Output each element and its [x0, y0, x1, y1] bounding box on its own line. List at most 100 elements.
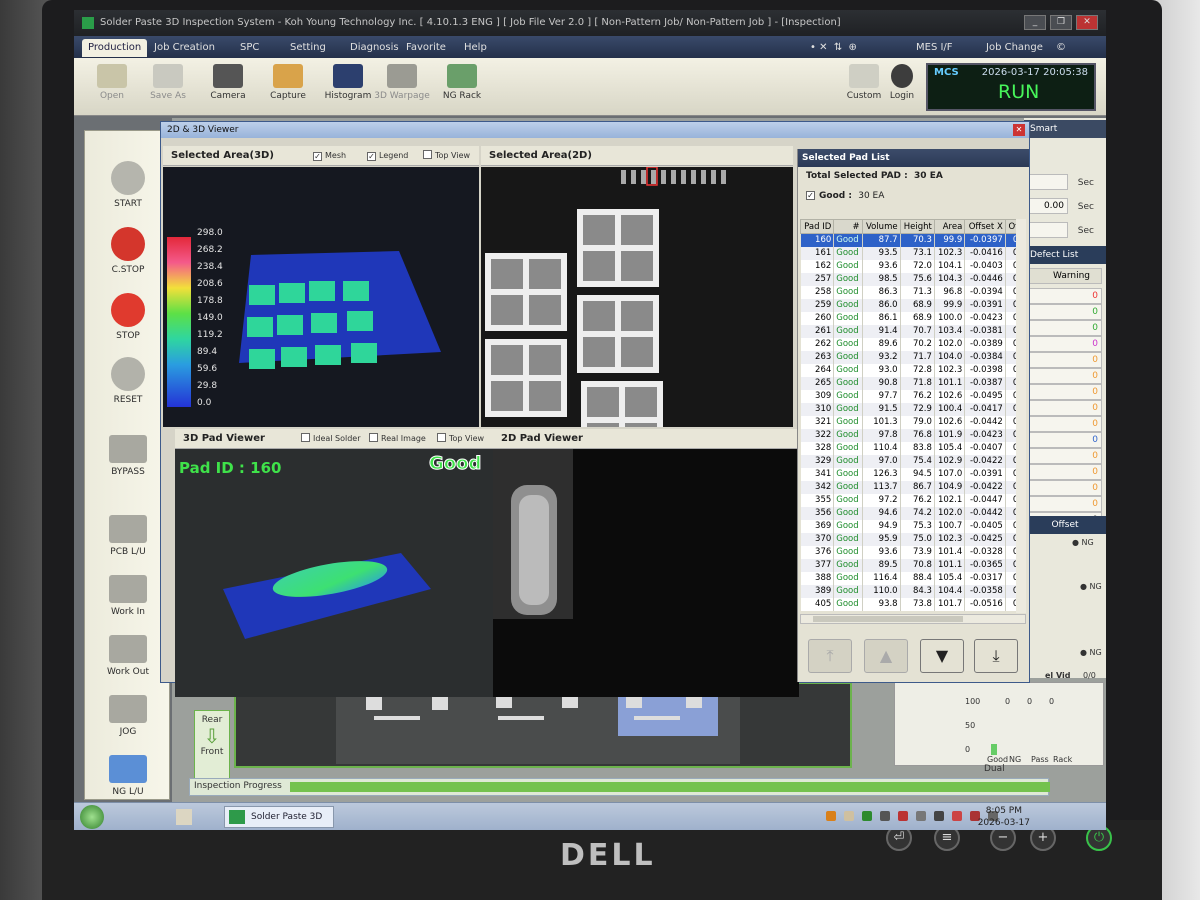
- jog-button[interactable]: JOG: [85, 695, 171, 737]
- pad-2d-view[interactable]: [493, 449, 799, 697]
- login-button[interactable]: Login: [874, 62, 930, 112]
- pad-row[interactable]: 341Good126.394.5107.0-0.03910.: [800, 467, 1025, 481]
- pad-row[interactable]: 257Good98.575.6104.3-0.04460.: [800, 272, 1025, 286]
- close-button[interactable]: ✕: [1076, 15, 1098, 30]
- stop-button[interactable]: STOP: [85, 293, 171, 341]
- selected-area-2d-view[interactable]: [481, 167, 793, 427]
- screen: Solder Paste 3D Inspection System - Koh …: [74, 10, 1106, 830]
- pad-row[interactable]: 328Good110.483.8105.4-0.04070.: [800, 441, 1025, 455]
- pad-row[interactable]: 388Good116.488.4105.4-0.03170.: [800, 571, 1025, 585]
- menu-setting[interactable]: Setting: [290, 39, 326, 57]
- pad-row[interactable]: 162Good93.672.0104.1-0.04030.: [800, 259, 1025, 273]
- warning-count-cell: 0: [1028, 304, 1102, 320]
- pad-row[interactable]: 261Good91.470.7103.4-0.03810.: [800, 324, 1025, 338]
- pad-row[interactable]: 356Good94.674.2102.0-0.04420.: [800, 506, 1025, 520]
- reset-button[interactable]: RESET: [85, 357, 171, 405]
- pad-row[interactable]: 161Good93.573.1102.3-0.04160.: [800, 246, 1025, 260]
- pad-row[interactable]: 329Good97.075.4102.9-0.04220.: [800, 454, 1025, 468]
- restore-button[interactable]: ❐: [1050, 15, 1072, 30]
- prev-page-button[interactable]: ▲: [864, 639, 908, 673]
- pad-row[interactable]: 310Good91.572.9100.4-0.04170.: [800, 402, 1025, 416]
- pad-row[interactable]: 389Good110.084.3104.4-0.03580.: [800, 584, 1025, 598]
- pad-row[interactable]: 258Good86.371.396.8-0.03940.: [800, 285, 1025, 299]
- mesh-checkbox[interactable]: ✓ Mesh: [313, 150, 346, 162]
- pad-cell: -0.0391: [964, 298, 1006, 312]
- last-page-button[interactable]: ⤓: [974, 639, 1018, 673]
- pad-row[interactable]: 263Good93.271.7104.0-0.03840.: [800, 350, 1025, 364]
- pad-row[interactable]: 264Good93.072.8102.3-0.03980.: [800, 363, 1025, 377]
- start-orb-icon[interactable]: [80, 805, 104, 829]
- pad-col-header[interactable]: Pad ID: [799, 219, 835, 234]
- start-button[interactable]: START: [85, 161, 171, 209]
- pad-table-hscrollbar[interactable]: [800, 614, 1026, 624]
- good-filter-checkbox[interactable]: ✓: [806, 191, 815, 200]
- pad-col-header[interactable]: Height: [899, 219, 935, 234]
- pad-row[interactable]: 370Good95.975.0102.3-0.04250.: [800, 532, 1025, 546]
- pad-row[interactable]: 309Good97.776.2102.6-0.04950.: [800, 389, 1025, 403]
- ideal-solder-checkbox[interactable]: Ideal Solder: [301, 433, 361, 445]
- c-stop-button[interactable]: C.STOP: [85, 227, 171, 275]
- menu-mes-if[interactable]: MES I/F: [916, 39, 953, 57]
- pad-row[interactable]: 355Good97.276.2102.1-0.04470.: [800, 493, 1025, 507]
- pad-row[interactable]: 322Good97.876.8101.9-0.04230.: [800, 428, 1025, 442]
- pad-row[interactable]: 259Good86.068.999.9-0.03910.: [800, 298, 1025, 312]
- solder-pad-2d: [583, 251, 615, 281]
- pad-cell: 356: [800, 506, 835, 520]
- pad-col-header[interactable]: #: [833, 219, 863, 234]
- pad-row[interactable]: 262Good89.670.2102.0-0.03890.: [800, 337, 1025, 351]
- viewer-close-button[interactable]: ✕: [1013, 124, 1025, 136]
- capture-button[interactable]: Capture: [260, 62, 316, 112]
- work-out-button[interactable]: Work Out: [85, 635, 171, 677]
- pad-row[interactable]: 405Good93.873.8101.7-0.05160.: [800, 597, 1025, 611]
- ng-lu-button[interactable]: NG L/U: [85, 755, 171, 797]
- open-button[interactable]: Open: [84, 62, 140, 112]
- menu-favorite[interactable]: Favorite: [406, 39, 446, 57]
- pad-col-header[interactable]: Offset X: [964, 219, 1006, 234]
- sec-field-3[interactable]: [1028, 222, 1068, 238]
- save-as-button[interactable]: Save As: [140, 62, 196, 112]
- calculator-icon[interactable]: [176, 809, 192, 825]
- menu-help[interactable]: Help: [464, 39, 487, 57]
- legend-checkbox[interactable]: ✓ Legend: [367, 150, 408, 162]
- pad-cell: 75.4: [900, 454, 935, 468]
- first-page-button[interactable]: ⤒: [808, 639, 852, 673]
- pad-3d-view[interactable]: Pad ID : 160 Good: [175, 449, 493, 697]
- taskbar-clock[interactable]: 8:05 PM 2026-03-17: [978, 805, 1030, 829]
- menu-diagnosis[interactable]: Diagnosis: [350, 39, 399, 57]
- next-page-button[interactable]: ▼: [920, 639, 964, 673]
- pcb-lu-button[interactable]: PCB L/U: [85, 515, 171, 557]
- menu-production[interactable]: Production: [82, 39, 148, 57]
- smart-tab[interactable]: Smart: [1024, 120, 1106, 138]
- menu-job-creation[interactable]: Job Creation: [154, 39, 215, 57]
- pad-strip-mark: [621, 170, 626, 184]
- pad-cell: 355: [800, 493, 835, 507]
- pad-row[interactable]: 376Good93.673.9101.4-0.03280.: [800, 545, 1025, 559]
- pad-row[interactable]: 342Good113.786.7104.9-0.04220.: [800, 480, 1025, 494]
- selected-area-3d-view[interactable]: 298.0 268.2 238.4 208.6 178.8 149.0 119.2 89.4 5…: [163, 167, 479, 427]
- top-view-checkbox[interactable]: Top View: [423, 150, 470, 162]
- histogram-button[interactable]: Histogram: [320, 62, 376, 112]
- pad-row[interactable]: 265Good90.871.8101.1-0.03870.: [800, 376, 1025, 390]
- pad-col-header[interactable]: Area: [933, 219, 966, 234]
- ng-rack-button[interactable]: NG Rack: [434, 62, 490, 112]
- 3d-warpage-button[interactable]: 3D Warpage: [374, 62, 430, 112]
- taskbar-app-item[interactable]: Solder Paste 3D In...: [224, 806, 334, 828]
- work-in-button[interactable]: Work In: [85, 575, 171, 617]
- pad-row[interactable]: 377Good89.570.8101.1-0.03650.: [800, 558, 1025, 572]
- pad-row[interactable]: 321Good101.379.0102.6-0.04420.: [800, 415, 1025, 429]
- sec-field-2[interactable]: 0.00: [1028, 198, 1068, 214]
- camera-button[interactable]: Camera: [200, 62, 256, 112]
- bypass-button[interactable]: BYPASS: [85, 435, 171, 477]
- minimize-button[interactable]: _: [1024, 15, 1046, 30]
- pad-row[interactable]: 160Good87.770.399.9-0.03970.: [800, 233, 1025, 247]
- real-image-checkbox[interactable]: Real Image: [369, 433, 426, 445]
- menu-spc[interactable]: SPC: [240, 39, 259, 57]
- pad-row[interactable]: 260Good86.168.9100.0-0.04230.: [800, 311, 1025, 325]
- hscroll-thumb[interactable]: [813, 616, 963, 622]
- pad-top-view-checkbox[interactable]: Top View: [437, 433, 484, 445]
- menu-job-change[interactable]: Job Change: [986, 39, 1043, 57]
- pad-col-header[interactable]: Volume: [861, 219, 901, 234]
- pad-row[interactable]: 369Good94.975.3100.7-0.04050.: [800, 519, 1025, 533]
- sec-field-1[interactable]: [1028, 174, 1068, 190]
- pad-table-vscrollbar[interactable]: [1016, 219, 1026, 613]
